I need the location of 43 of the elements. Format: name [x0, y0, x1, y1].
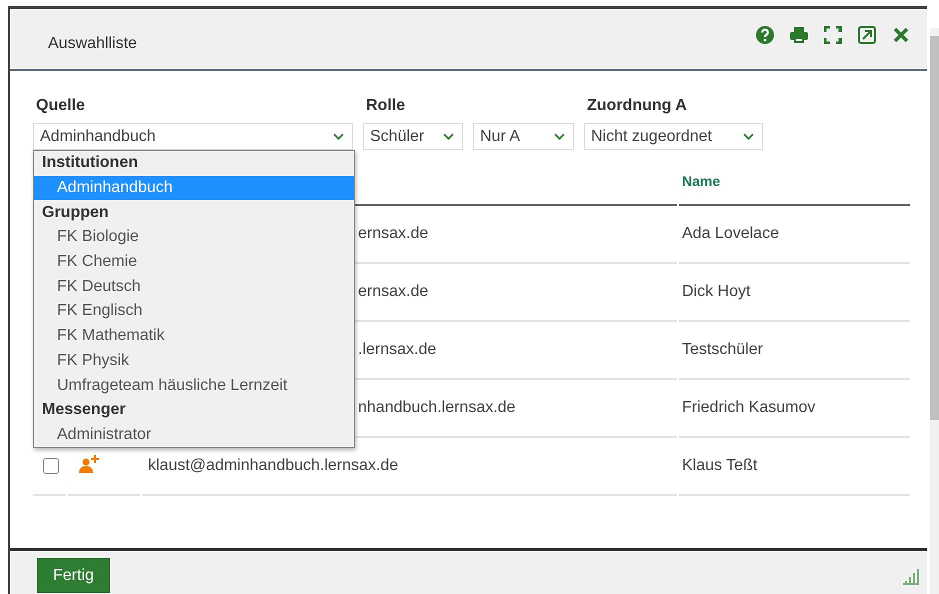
select-dropdown[interactable]: Nicht zugeordnet	[584, 123, 763, 150]
person-plus-icon	[78, 455, 100, 473]
dropdown-option[interactable]: FK Biologie	[34, 225, 354, 250]
dropdown-option[interactable]: FK Chemie	[34, 250, 354, 274]
filter-label: Quelle	[36, 97, 85, 115]
fullscreen-icon[interactable]	[823, 25, 843, 45]
external-link-icon[interactable]	[857, 25, 877, 45]
name-cell: Friedrich Kasumov	[682, 399, 816, 417]
scrollbar[interactable]	[930, 28, 939, 594]
select-dropdown[interactable]: Adminhandbuch	[33, 123, 353, 150]
dropdown-option[interactable]: FK Englisch	[34, 299, 354, 324]
name-cell: Klaus Teßt	[682, 457, 758, 475]
chevron-down-icon	[443, 133, 454, 140]
name-cell: Testschüler	[682, 341, 763, 359]
filter-label: Zuordnung A	[587, 97, 687, 115]
chevron-down-icon	[333, 133, 344, 140]
select-dropdown[interactable]: Schüler	[363, 123, 463, 150]
checkbox[interactable]	[43, 458, 59, 474]
chevron-down-icon	[743, 133, 754, 140]
email-cell: klaust@adminhandbuch.lernsax.de	[148, 457, 398, 475]
email-cell: ernsax.de	[358, 225, 428, 243]
filter-label: Rolle	[366, 97, 406, 115]
select-dropdown[interactable]: Nur A	[473, 123, 574, 150]
email-cell: nhandbuch.lernsax.de	[358, 399, 516, 417]
email-cell: ernsax.de	[358, 283, 428, 301]
dropdown-option[interactable]: FK Mathematik	[34, 324, 354, 348]
print-icon[interactable]	[789, 25, 809, 45]
name-cell: Ada Lovelace	[682, 225, 779, 243]
window-title: Auswahlliste	[48, 35, 137, 53]
done-button[interactable]: Fertig	[37, 558, 110, 593]
chevron-down-icon	[554, 133, 565, 140]
group-heading: Gruppen	[41, 202, 110, 223]
dropdown-option[interactable]: FK Physik	[34, 348, 354, 374]
group-heading: Institutionen	[41, 153, 139, 174]
group-heading: Messenger	[41, 400, 127, 420]
help-icon[interactable]	[755, 25, 775, 45]
name-cell: Dick Hoyt	[682, 283, 750, 301]
dropdown-option[interactable]: Umfrageteam häusliche Lernzeit	[34, 373, 354, 398]
column-header[interactable]: Name	[682, 173, 720, 189]
close-icon[interactable]	[891, 25, 911, 45]
dropdown-option[interactable]: Administrator	[34, 422, 354, 448]
email-cell: .lernsax.de	[358, 341, 436, 359]
dropdown-option[interactable]: FK Deutsch	[34, 274, 354, 300]
